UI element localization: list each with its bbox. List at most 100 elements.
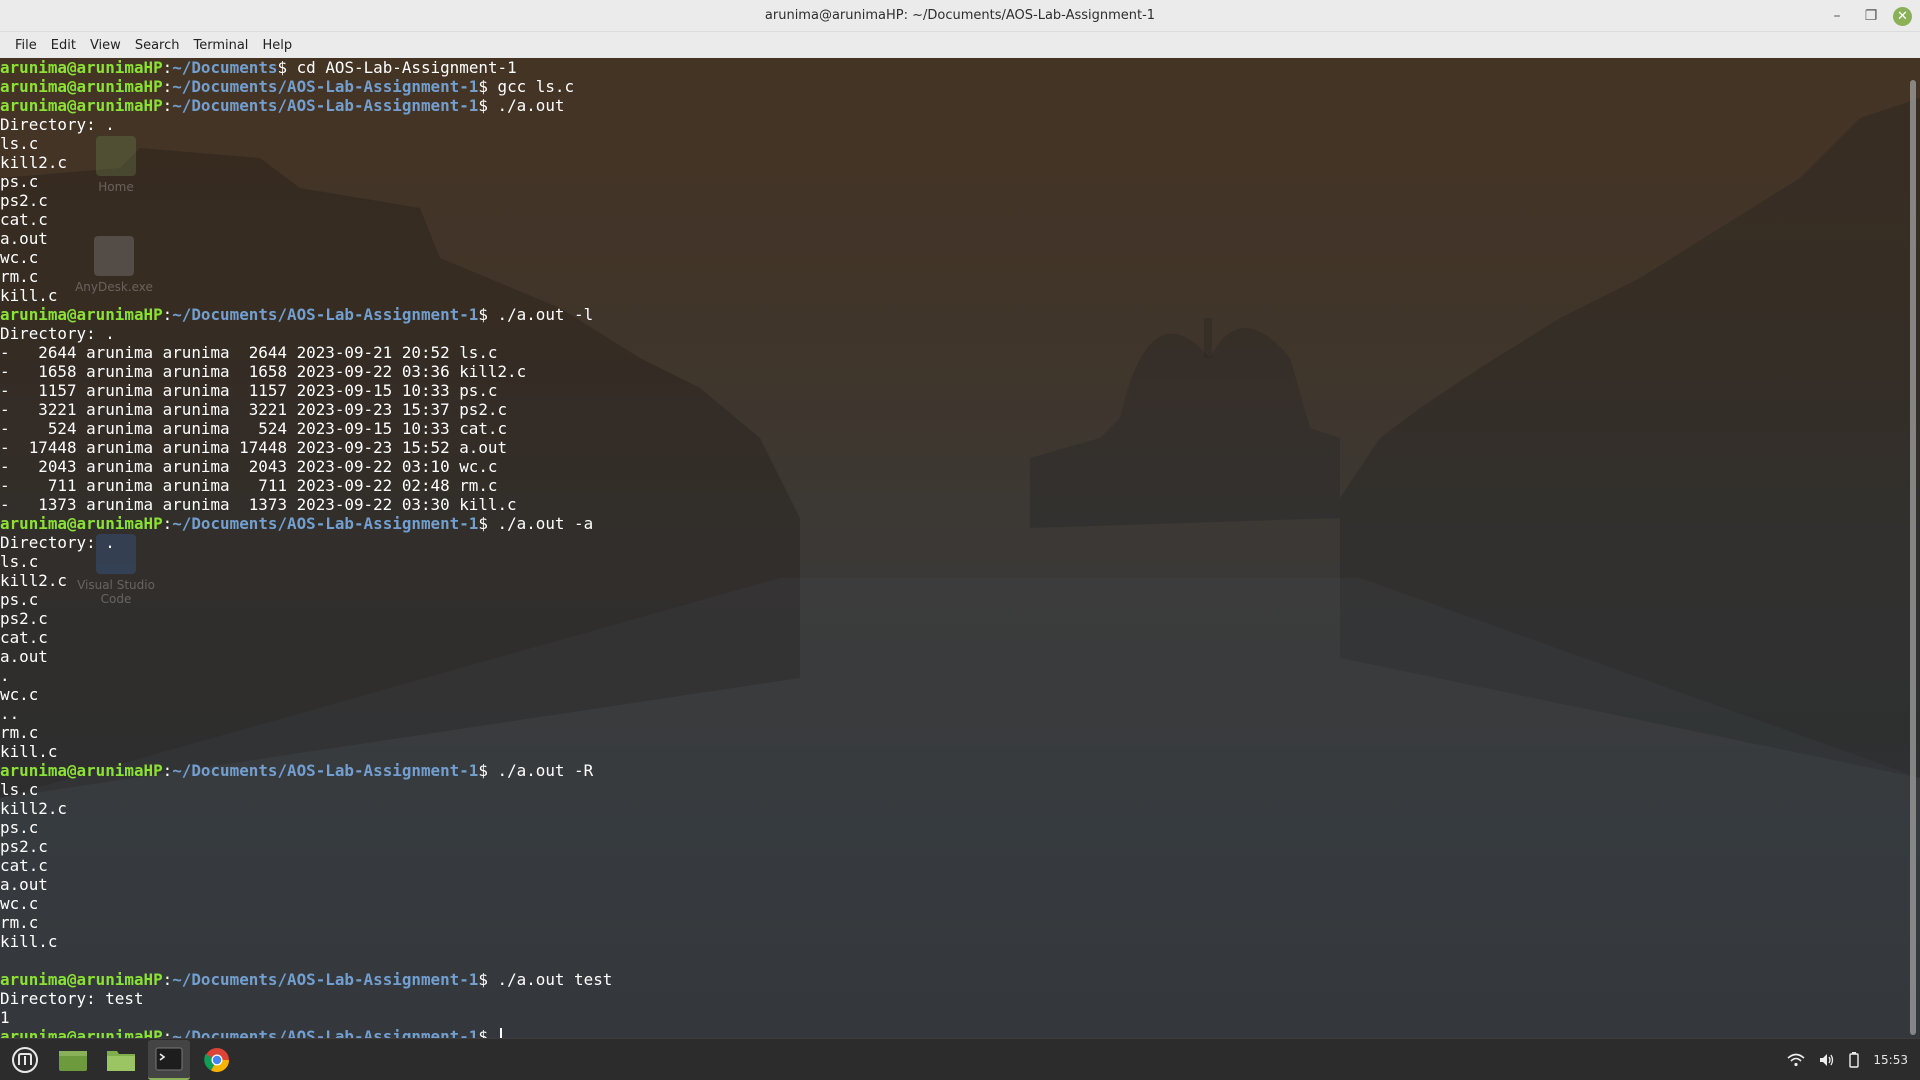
output-text: ps2.c: [0, 609, 48, 628]
output-text: Directory: .: [0, 324, 115, 343]
menu-view[interactable]: View: [83, 38, 128, 53]
prompt-symbol: $: [478, 761, 488, 780]
output-text: cat.c: [0, 856, 48, 875]
output-text: - 3221 arunima arunima 3221 2023-09-23 1…: [0, 400, 508, 419]
terminal-line: wc.c: [0, 248, 612, 267]
taskbar: 15:53: [0, 1038, 1920, 1080]
output-text: cat.c: [0, 210, 48, 229]
terminal-line: arunima@arunimaHP:~/Documents$ cd AOS-La…: [0, 58, 612, 77]
output-text: ps2.c: [0, 837, 48, 856]
clock[interactable]: 15:53: [1873, 1053, 1908, 1067]
terminal-line: kill.c: [0, 286, 612, 305]
terminal-area[interactable]: Home AnyDesk.exe Visual Studio Code arun…: [0, 58, 1920, 1038]
terminal-line: arunima@arunimaHP:~/Documents/AOS-Lab-As…: [0, 970, 612, 989]
output-text: - 17448 arunima arunima 17448 2023-09-23…: [0, 438, 508, 457]
prompt-user: arunima@arunimaHP: [0, 96, 163, 115]
terminal-line: Directory: .: [0, 324, 612, 343]
menu-edit[interactable]: Edit: [44, 38, 83, 53]
prompt-symbol: $: [478, 305, 488, 324]
output-text: cat.c: [0, 628, 48, 647]
output-text: - 1658 arunima arunima 1658 2023-09-22 0…: [0, 362, 527, 381]
prompt-separator: :: [162, 514, 173, 533]
menu-search[interactable]: Search: [128, 38, 187, 53]
terminal-line: - 2043 arunima arunima 2043 2023-09-22 0…: [0, 457, 612, 476]
prompt-separator: :: [162, 77, 173, 96]
command-text: ./a.out -a: [487, 514, 594, 533]
output-text: wc.c: [0, 248, 39, 267]
command-text: ./a.out test: [487, 970, 613, 989]
show-desktop-icon[interactable]: [52, 1040, 94, 1080]
prompt-separator: :: [162, 761, 173, 780]
terminal-line: ps.c: [0, 172, 612, 191]
output-text: kill2.c: [0, 571, 67, 590]
terminal-line: a.out: [0, 875, 612, 894]
terminal-line: rm.c: [0, 267, 612, 286]
text-cursor: [499, 1028, 502, 1038]
prompt-path: ~/Documents/AOS-Lab-Assignment-1: [172, 1027, 479, 1038]
close-button[interactable]: ✕: [1893, 7, 1912, 26]
output-text: a.out: [0, 875, 48, 894]
wifi-icon[interactable]: [1787, 1053, 1805, 1067]
terminal-line: arunima@arunimaHP:~/Documents/AOS-Lab-As…: [0, 514, 612, 533]
prompt-path: ~/Documents/AOS-Lab-Assignment-1: [172, 970, 479, 989]
battery-icon[interactable]: [1849, 1051, 1860, 1068]
prompt-user: arunima@arunimaHP: [0, 970, 163, 989]
menu-bar: File Edit View Search Terminal Help: [0, 32, 1920, 58]
prompt-path: ~/Documents/AOS-Lab-Assignment-1: [172, 305, 479, 324]
menu-file[interactable]: File: [8, 38, 44, 53]
terminal-line: kill.c: [0, 742, 612, 761]
output-text: kill.c: [0, 742, 58, 761]
output-text: Directory: .: [0, 533, 115, 552]
window-title: arunima@arunimaHP: ~/Documents/AOS-Lab-A…: [764, 8, 1156, 23]
terminal-line: - 711 arunima arunima 711 2023-09-22 02:…: [0, 476, 612, 495]
terminal-line: ls.c: [0, 780, 612, 799]
chrome-icon[interactable]: [196, 1040, 238, 1080]
prompt-separator: :: [162, 305, 173, 324]
prompt-path: ~/Documents/AOS-Lab-Assignment-1: [172, 96, 479, 115]
window-controls: – ❐ ✕: [1825, 4, 1912, 28]
output-text: kill.c: [0, 286, 58, 305]
output-text: wc.c: [0, 894, 39, 913]
output-text: rm.c: [0, 723, 39, 742]
menu-icon[interactable]: [4, 1040, 46, 1080]
prompt-separator: :: [162, 1027, 173, 1038]
prompt-path: ~/Documents/AOS-Lab-Assignment-1: [172, 77, 479, 96]
files-icon[interactable]: [100, 1040, 142, 1080]
terminal-line: ..: [0, 704, 612, 723]
window-titlebar[interactable]: arunima@arunimaHP: ~/Documents/AOS-Lab-A…: [0, 0, 1920, 32]
output-text: ..: [0, 704, 20, 723]
terminal-line: ps2.c: [0, 191, 612, 210]
terminal-line: ps2.c: [0, 837, 612, 856]
terminal-line: cat.c: [0, 210, 612, 229]
output-text: rm.c: [0, 913, 39, 932]
terminal-line: ls.c: [0, 134, 612, 153]
output-text: a.out: [0, 647, 48, 666]
output-text: - 711 arunima arunima 711 2023-09-22 02:…: [0, 476, 498, 495]
terminal-line: .: [0, 666, 612, 685]
output-text: kill2.c: [0, 153, 67, 172]
terminal-scrollbar[interactable]: [1910, 80, 1916, 1035]
terminal-icon[interactable]: [148, 1039, 190, 1080]
prompt-symbol: $: [478, 77, 488, 96]
terminal-output[interactable]: arunima@arunimaHP:~/Documents$ cd AOS-La…: [0, 58, 612, 1038]
output-text: - 2644 arunima arunima 2644 2023-09-21 2…: [0, 343, 498, 362]
terminal-line: a.out: [0, 229, 612, 248]
menu-help[interactable]: Help: [255, 38, 299, 53]
output-text: ps.c: [0, 818, 39, 837]
minimize-button[interactable]: –: [1825, 4, 1849, 28]
terminal-line: arunima@arunimaHP:~/Documents/AOS-Lab-As…: [0, 761, 612, 780]
maximize-button[interactable]: ❐: [1859, 4, 1883, 28]
terminal-line: 1: [0, 1008, 612, 1027]
terminal-line: cat.c: [0, 628, 612, 647]
prompt-user: arunima@arunimaHP: [0, 761, 163, 780]
output-text: ls.c: [0, 552, 39, 571]
menu-terminal[interactable]: Terminal: [186, 38, 255, 53]
prompt-user: arunima@arunimaHP: [0, 58, 163, 77]
terminal-line: - 2644 arunima arunima 2644 2023-09-21 2…: [0, 343, 612, 362]
prompt-separator: :: [162, 970, 173, 989]
prompt-symbol: $: [478, 1027, 488, 1038]
terminal-line: arunima@arunimaHP:~/Documents/AOS-Lab-As…: [0, 77, 612, 96]
volume-icon[interactable]: [1819, 1053, 1835, 1067]
prompt-symbol: $: [478, 970, 488, 989]
